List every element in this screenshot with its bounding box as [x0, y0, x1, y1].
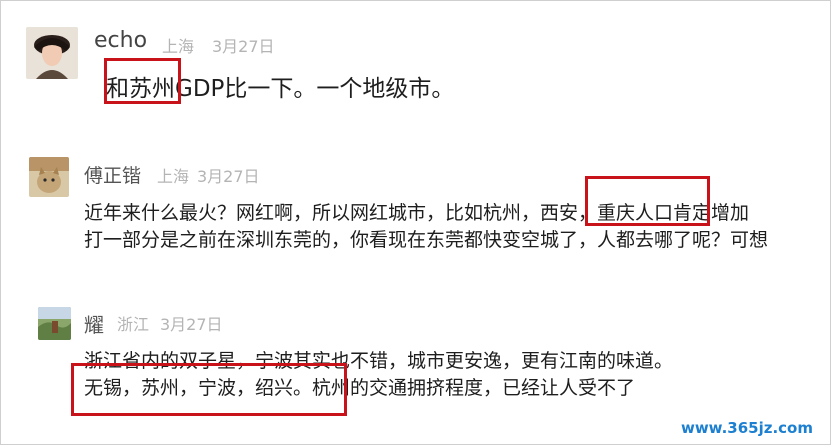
comment-text-line: 打一部分是之前在深圳东莞的，你看现在东莞都快变空城了，人都去哪了呢？可想 — [84, 229, 769, 251]
comment-location: 浙江 — [117, 315, 150, 334]
comment-location: 上海 — [162, 37, 195, 56]
comment-date: 3月27日 — [197, 167, 260, 186]
highlight-box-xian-chongqing — [585, 176, 710, 226]
avatar[interactable] — [26, 27, 78, 79]
comment-date: 3月27日 — [160, 315, 223, 334]
comment-location: 上海 — [157, 167, 190, 186]
comment-date: 3月27日 — [212, 37, 275, 56]
author-name[interactable]: echo — [94, 28, 147, 53]
author-name[interactable]: 傅正锴 — [84, 161, 141, 188]
avatar[interactable] — [38, 307, 71, 340]
avatar[interactable] — [29, 157, 69, 197]
author-name[interactable]: 耀 — [84, 309, 104, 338]
watermark: www.365jz.com — [680, 419, 813, 437]
highlight-box-suzhou — [104, 58, 181, 104]
highlight-box-cities — [71, 363, 347, 416]
